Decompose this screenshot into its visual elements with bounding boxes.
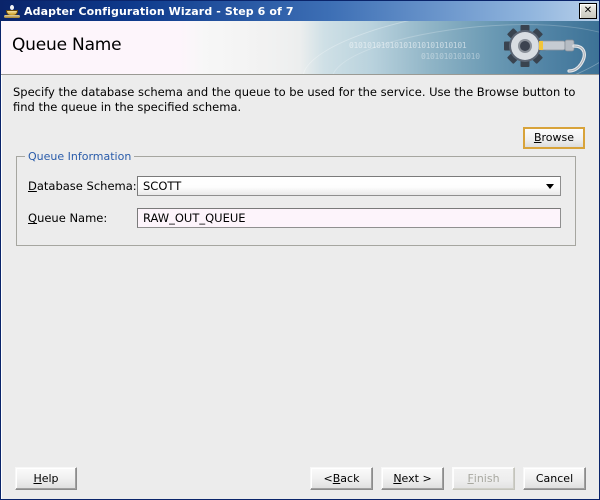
back-mnemonic: B [332,471,341,485]
cancel-button[interactable]: Cancel [523,467,586,490]
help-button[interactable]: Help [15,467,77,490]
finish-label: inish [473,471,500,485]
page-title: Queue Name [12,35,122,55]
database-schema-label-mnemonic: D [28,179,37,193]
coffee-cup-icon [4,3,20,19]
queue-name-input[interactable]: RAW_OUT_QUEUE [137,208,561,228]
title-bar: Adapter Configuration Wizard - Step 6 of… [1,1,599,21]
browse-button-wrapper: Browse [522,127,585,149]
help-mnemonic: H [33,471,42,485]
browse-label: rowse [541,131,574,144]
queue-name-label-rest: ueue Name: [37,211,108,225]
wizard-window: Adapter Configuration Wizard - Step 6 of… [0,0,600,500]
navigation-buttons: < Back Next > Finish Cancel [310,467,586,490]
queue-name-label: Queue Name: [28,211,137,225]
queue-name-label-mnemonic: Q [28,211,38,225]
database-schema-label-rest: atabase Schema: [36,179,137,193]
next-label: ext > [401,471,432,485]
database-schema-combobox[interactable]: SCOTT [137,176,561,196]
help-label: elp [41,471,59,485]
database-schema-value: SCOTT [143,179,182,193]
browse-button[interactable]: Browse [522,127,585,149]
back-label: ack [340,471,360,485]
chevron-down-icon[interactable] [540,177,560,195]
database-schema-label: Database Schema: [28,179,137,193]
next-button[interactable]: Next > [381,467,444,490]
close-icon[interactable]: ✕ [579,3,597,19]
banner-binary-text: 01010101010101010101010101 [349,41,467,50]
queue-name-row: Queue Name: RAW_OUT_QUEUE [28,208,561,228]
next-mnemonic: N [393,471,402,485]
banner-binary-text-2: 0101010101010 [421,52,480,61]
finish-button: Finish [452,467,515,490]
group-legend: Queue Information [25,150,135,163]
dialog-content: Specify the database schema and the queu… [1,75,599,499]
gear-with-plug-icon [504,25,586,73]
back-prefix: < [323,471,333,485]
database-schema-row: Database Schema: SCOTT [28,176,561,196]
wizard-banner: Queue Name 01010101010101010101010101 01… [1,21,599,75]
instruction-text: Specify the database schema and the queu… [13,85,576,114]
window-title: Adapter Configuration Wizard - Step 6 of… [24,4,294,18]
dialog-footer: Help < Back Next > Finish Cancel [2,461,599,499]
queue-information-group: Queue Information Database Schema: SCOTT… [16,150,576,246]
back-button[interactable]: < Back [310,467,373,490]
